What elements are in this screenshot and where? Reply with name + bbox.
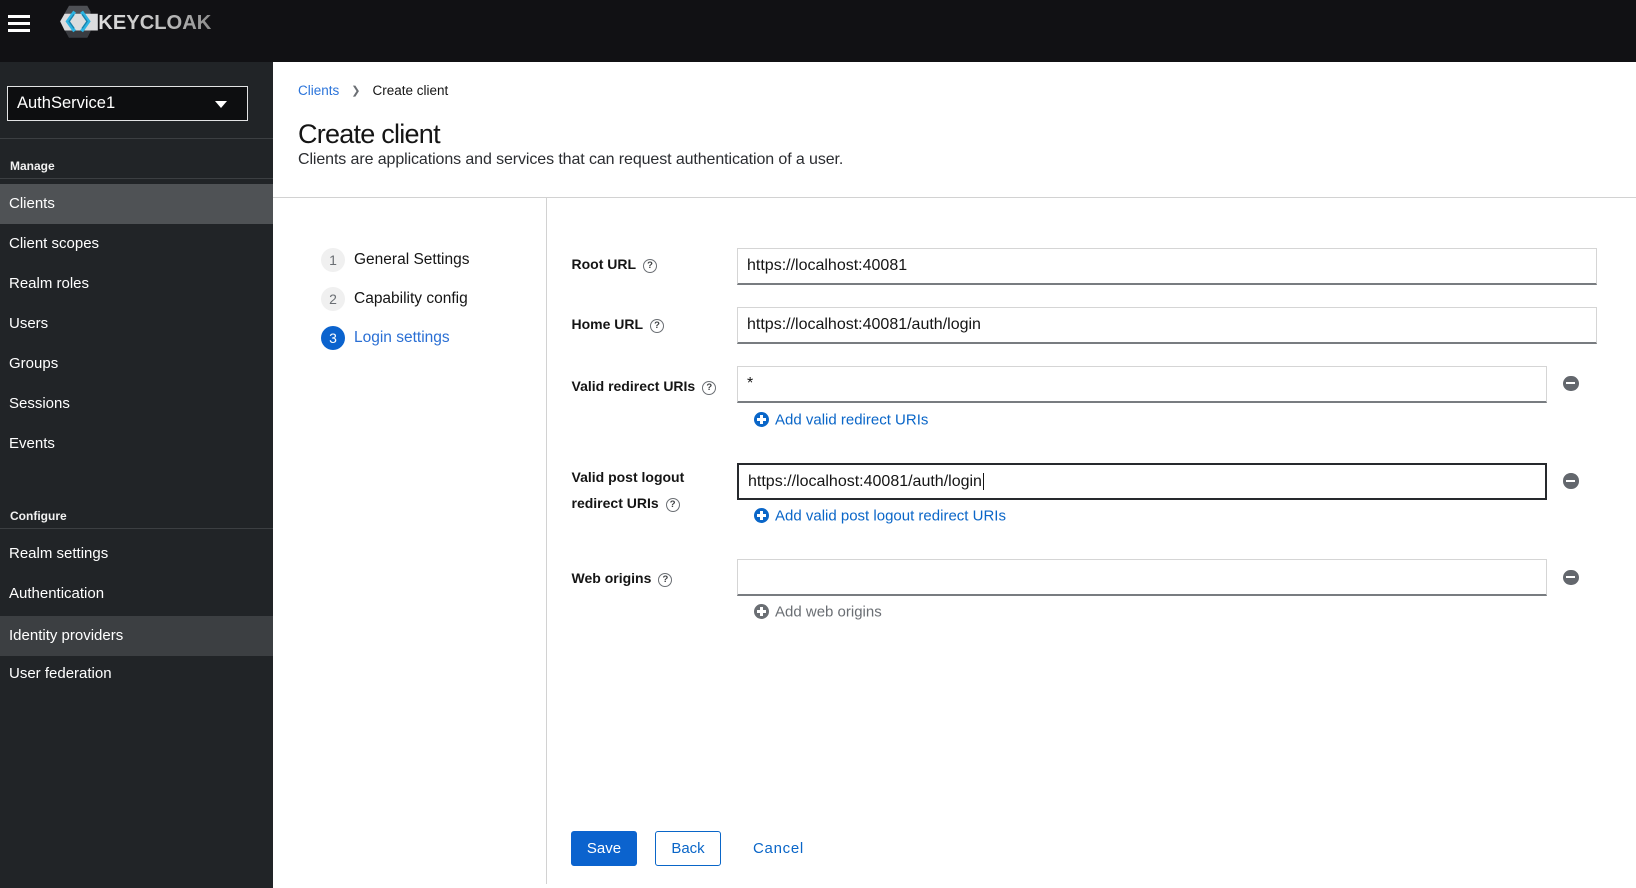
svg-text:KEYCLOAK: KEYCLOAK — [98, 12, 212, 34]
